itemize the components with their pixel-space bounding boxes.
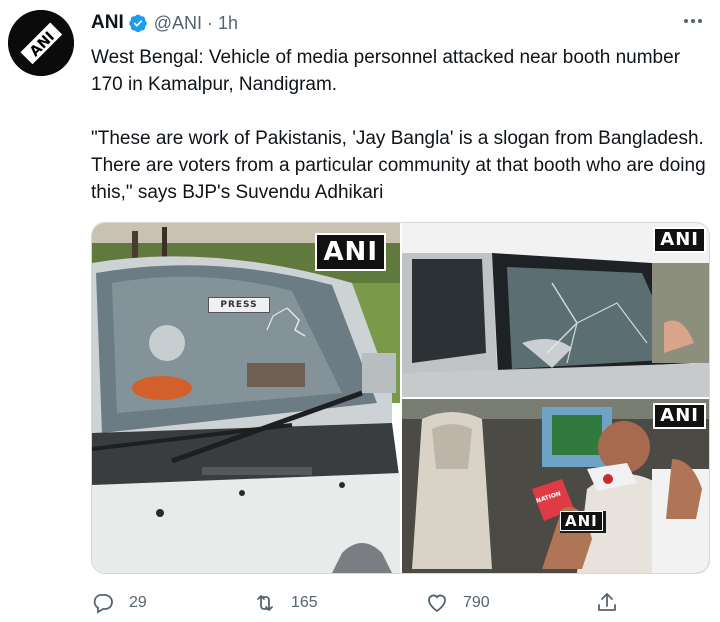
- press-sticker: PRESS: [208, 297, 270, 313]
- tweet-actions: 29 165 790: [91, 588, 631, 618]
- reply-count: 29: [129, 594, 147, 611]
- tweet-text-paragraph: West Bengal: Vehicle of media personnel …: [91, 47, 681, 95]
- ani-mic-label: ANI: [560, 511, 603, 531]
- reply-button[interactable]: 29: [91, 588, 147, 618]
- like-count: 790: [463, 594, 490, 611]
- tweet-text-paragraph: "These are work of Pakistanis, 'Jay Bang…: [91, 128, 706, 203]
- ani-watermark: ANI: [315, 233, 386, 271]
- tweet-header: ANI @ANI · 1h: [91, 10, 238, 36]
- verified-badge-icon: [128, 13, 148, 33]
- heart-icon: [428, 594, 446, 613]
- photo-interview[interactable]: NATION ANI ANI: [402, 399, 709, 573]
- share-button[interactable]: [595, 588, 619, 618]
- author-name[interactable]: ANI: [91, 12, 124, 34]
- tweet-time[interactable]: · 1h: [207, 13, 238, 34]
- retweet-button[interactable]: 165: [253, 588, 318, 618]
- more-options-button[interactable]: [678, 6, 708, 36]
- ani-watermark: ANI: [653, 227, 706, 253]
- media-grid: PRESS ANI ANI NATION ANI ANI: [91, 222, 710, 574]
- author-handle[interactable]: @ANI: [154, 13, 202, 34]
- photo-broken-window[interactable]: ANI: [402, 223, 709, 397]
- more-options-icon: [684, 19, 702, 23]
- ani-watermark: ANI: [653, 403, 706, 429]
- retweet-count: 165: [291, 594, 318, 611]
- ani-logo: ANI: [8, 10, 74, 76]
- reply-icon: [93, 594, 113, 614]
- retweet-icon: [257, 595, 273, 611]
- car-windshield-image: [92, 223, 400, 573]
- share-icon: [598, 593, 616, 611]
- like-button[interactable]: 790: [425, 588, 490, 618]
- photo-car-windshield[interactable]: PRESS ANI: [92, 223, 400, 573]
- avatar[interactable]: ANI: [8, 10, 74, 76]
- tweet-text: West Bengal: Vehicle of media personnel …: [91, 44, 711, 206]
